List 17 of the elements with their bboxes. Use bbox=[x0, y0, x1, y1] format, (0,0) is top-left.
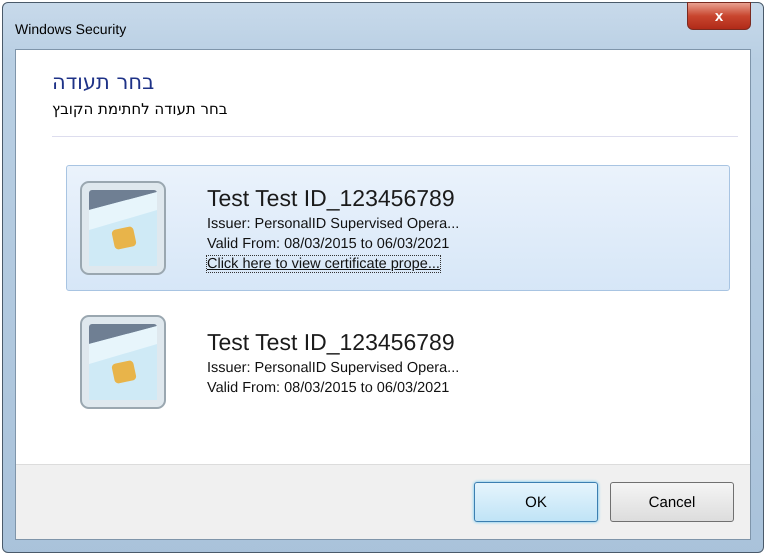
certificate-validity: Valid From: 08/03/2015 to 06/03/2021 bbox=[207, 380, 450, 396]
certificate-name: Test Test ID_123456789 bbox=[207, 328, 456, 356]
smart-card-icon bbox=[79, 314, 167, 410]
certificate-issuer: Issuer: PersonalID Supervised Opera... bbox=[207, 360, 460, 376]
dialog-heading: בחר תעודה bbox=[52, 70, 154, 94]
certificate-item[interactable]: Test Test ID_123456789 Issuer: PersonalID Supervised Opera... Valid From: 08/03/2015 to 06/03/2021 Click here to view certificate prope... bbox=[66, 165, 730, 291]
certificate-issuer: Issuer: PersonalID Supervised Opera... bbox=[207, 216, 460, 232]
certificate-name: Test Test ID_123456789 bbox=[207, 184, 456, 212]
certificate-properties-link[interactable]: Click here to view certificate prope... bbox=[207, 256, 440, 272]
dialog-subheading: בחר תעודה לחתימת הקובץ bbox=[52, 100, 228, 118]
smart-card-icon bbox=[79, 180, 167, 276]
certificate-item[interactable]: Test Test ID_123456789 Issuer: PersonalID Supervised Opera... Valid From: 08/03/2015 to 06/03/2021 bbox=[66, 299, 730, 425]
dialog-button[interactable]: Cancel bbox=[610, 482, 734, 522]
dialog-button[interactable]: OK bbox=[474, 482, 598, 522]
close-button[interactable]: x bbox=[687, 2, 751, 30]
certificate-validity: Valid From: 08/03/2015 to 06/03/2021 bbox=[207, 236, 450, 252]
window-title: Windows Security bbox=[15, 21, 126, 37]
